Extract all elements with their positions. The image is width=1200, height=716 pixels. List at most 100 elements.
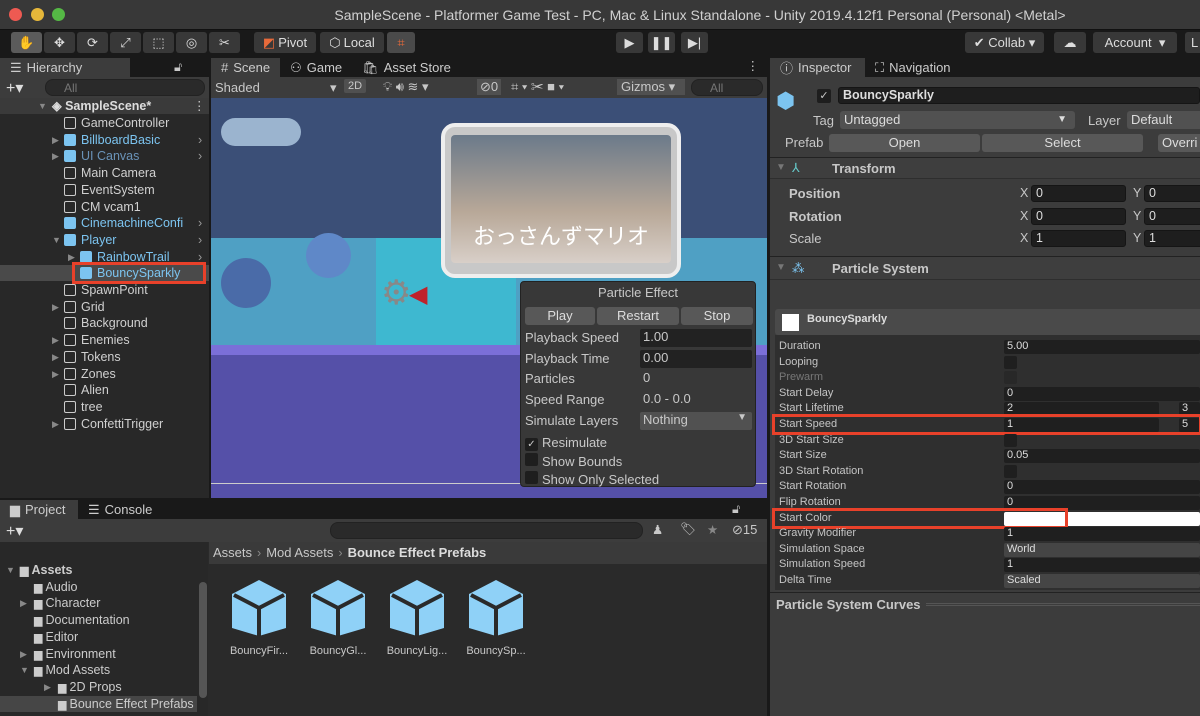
favorite-icon[interactable]: ★ xyxy=(707,522,718,537)
checkbox[interactable] xyxy=(1004,355,1017,369)
hierarchy-item[interactable]: GameController xyxy=(0,115,209,131)
value-field[interactable]: 0.05 xyxy=(1004,449,1200,464)
2d-toggle[interactable]: 2D xyxy=(344,79,367,93)
prefab-open-button[interactable]: Open xyxy=(829,134,980,152)
tab-hierarchy[interactable]: ☰ Hierarchy xyxy=(0,58,130,77)
project-search-input[interactable] xyxy=(330,522,643,539)
hidden-packages-toggle[interactable]: ⊘15 xyxy=(732,522,757,538)
lock-icon[interactable]: 🔓︎ xyxy=(174,60,182,75)
breadcrumb-item[interactable]: Bounce Effect Prefabs xyxy=(348,545,487,560)
play-effect-button[interactable]: Play xyxy=(525,307,595,325)
hierarchy-item[interactable]: ▶ ConfettiTrigger xyxy=(0,416,209,432)
value-field[interactable]: 5.00 xyxy=(1004,340,1200,354)
tab-scene[interactable]: # Scene xyxy=(211,58,281,77)
scene-search-input[interactable] xyxy=(691,79,763,96)
layer-dropdown[interactable]: Default xyxy=(1127,111,1200,129)
hierarchy-search-input[interactable] xyxy=(45,79,205,96)
checkbox[interactable] xyxy=(1004,433,1017,447)
value-field[interactable]: 1 xyxy=(1004,527,1200,542)
scene-row[interactable]: ▼ ◈ SampleScene* ⋮ xyxy=(0,98,209,114)
gizmos-dropdown[interactable]: Gizmos ▾ xyxy=(617,79,685,95)
transform-tool-button[interactable]: ◎ xyxy=(176,32,207,53)
scale-tool-button[interactable]: ⤢ xyxy=(110,32,141,53)
hierarchy-item[interactable]: Alien xyxy=(0,382,209,398)
label-icon[interactable]: 🏷︎ xyxy=(680,522,696,537)
object-name-field[interactable]: BouncySparkly xyxy=(838,87,1200,104)
hierarchy-item[interactable]: Main Camera xyxy=(0,165,209,181)
tab-asset-store[interactable]: 🛍︎ Asset Store xyxy=(352,58,461,77)
value-field[interactable]: 0 xyxy=(1004,386,1200,401)
more-icon[interactable]: ⋮ xyxy=(193,98,206,114)
custom-tool-tool-button[interactable]: ✂ xyxy=(209,32,240,53)
effect-row-value[interactable]: 1.00 xyxy=(640,329,752,347)
effect-row-value[interactable]: 0.00 xyxy=(640,349,752,368)
transform-x-field[interactable]: 1 xyxy=(1031,230,1126,247)
folder-item[interactable]: ▆ Audio xyxy=(0,579,197,595)
hierarchy-item[interactable]: CM vcam1 xyxy=(0,199,209,215)
prefab-overrides-dropdown[interactable]: Overri xyxy=(1158,134,1200,152)
stop-effect-button[interactable]: Stop xyxy=(681,307,753,325)
transform-x-field[interactable]: 0 xyxy=(1031,185,1126,202)
asset-item[interactable]: BouncyLig... xyxy=(380,578,454,658)
asset-item[interactable]: BouncySp... xyxy=(459,578,533,658)
hierarchy-item[interactable]: CinemachineConfi › xyxy=(0,215,209,231)
hierarchy-item[interactable]: ▶ UI Canvas › xyxy=(0,148,209,164)
tag-dropdown[interactable]: Untagged ▼ xyxy=(840,111,1075,129)
folder-item[interactable]: ▆ Documentation xyxy=(0,612,197,628)
restart-effect-button[interactable]: Restart xyxy=(597,307,679,325)
filter-type-icon[interactable]: ♟ xyxy=(652,522,663,537)
hierarchy-item[interactable]: EventSystem xyxy=(0,182,209,198)
effect-checkbox-row[interactable]: ✓ Resimulate xyxy=(525,435,607,451)
curves-header[interactable]: Particle System Curves xyxy=(770,592,1200,614)
folder-item[interactable]: ▶ ▆ Character xyxy=(0,595,197,611)
particle-system-header[interactable]: ▼ ⁂ Particle System xyxy=(770,256,1200,280)
tab-game[interactable]: ⚇ Game xyxy=(280,58,352,77)
breadcrumb-item[interactable]: Mod Assets xyxy=(266,545,333,560)
grid-icon[interactable]: ⌗ ▾ ✂ ■ ▾ xyxy=(511,79,564,95)
add-button[interactable]: +▾ xyxy=(6,78,23,98)
folder-item[interactable]: ▼ ▆ Mod Assets xyxy=(0,662,197,678)
folder-item[interactable]: ▆ Bounce Effect Prefabs xyxy=(0,695,197,712)
prefab-select-button[interactable]: Select xyxy=(982,134,1143,152)
lighting-icon[interactable]: 💡︎ 🔊︎ ≋ ▾ xyxy=(383,79,429,95)
value-field[interactable]: 1 xyxy=(1004,558,1200,573)
hierarchy-item[interactable]: ▶ Zones xyxy=(0,366,209,382)
hierarchy-item[interactable]: ▶ Grid xyxy=(0,299,209,315)
collab-button[interactable]: ✔ Collab ▾ xyxy=(965,32,1044,53)
cloud-button[interactable]: ☁ xyxy=(1054,32,1086,53)
tab-project[interactable]: ▆ Project xyxy=(0,500,78,519)
hand-tool-button[interactable]: ✋ xyxy=(11,32,42,53)
hierarchy-item[interactable]: Background xyxy=(0,315,209,331)
tree-scrollbar[interactable] xyxy=(199,582,207,698)
effect-checkbox-row[interactable]: Show Bounds xyxy=(525,453,622,469)
play-button[interactable]: ▶ xyxy=(616,32,643,53)
move-tool-button[interactable]: ✥ xyxy=(44,32,75,53)
create-button[interactable]: +▾ xyxy=(6,521,23,541)
hierarchy-item[interactable]: SpawnPoint xyxy=(0,282,209,298)
transform-y-field[interactable]: 0 xyxy=(1144,207,1200,225)
tab-navigation[interactable]: ⛶ Navigation xyxy=(865,58,975,77)
hierarchy-item[interactable]: ▼ Player › xyxy=(0,232,209,248)
dropdown[interactable]: World xyxy=(1004,542,1200,557)
pause-button[interactable]: ❚❚ xyxy=(648,32,675,53)
effect-row-value[interactable]: Nothing ▼ xyxy=(640,411,752,430)
hidden-objects-toggle[interactable]: ⊘0 xyxy=(477,79,502,95)
rotate-tool-button[interactable]: ⟳ xyxy=(77,32,108,53)
checkbox[interactable]: ✓ xyxy=(525,438,538,451)
folder-item[interactable]: ▆ Editor xyxy=(0,629,197,645)
checkbox[interactable] xyxy=(525,453,538,466)
hierarchy-item[interactable]: ▶ BillboardBasic › xyxy=(0,132,209,148)
tab-inspector[interactable]: ⓘ Inspector xyxy=(770,58,865,77)
layers-dropdown[interactable]: L xyxy=(1185,32,1200,53)
hierarchy-item[interactable]: ▶ Enemies xyxy=(0,332,209,348)
checkbox[interactable] xyxy=(1004,371,1017,385)
rect-tool-button[interactable]: ⬚ xyxy=(143,32,174,53)
hierarchy-item[interactable]: tree xyxy=(0,399,209,415)
local-button[interactable]: ⬡ Local xyxy=(320,32,384,53)
step-button[interactable]: ▶| xyxy=(681,32,708,53)
more-icon[interactable]: ⋮ xyxy=(747,58,768,77)
tab-console[interactable]: ☰ Console xyxy=(78,500,168,519)
transform-y-field[interactable]: 1 xyxy=(1144,230,1200,247)
dropdown[interactable]: Scaled xyxy=(1004,574,1200,588)
hierarchy-item[interactable]: ▶ Tokens xyxy=(0,349,209,365)
